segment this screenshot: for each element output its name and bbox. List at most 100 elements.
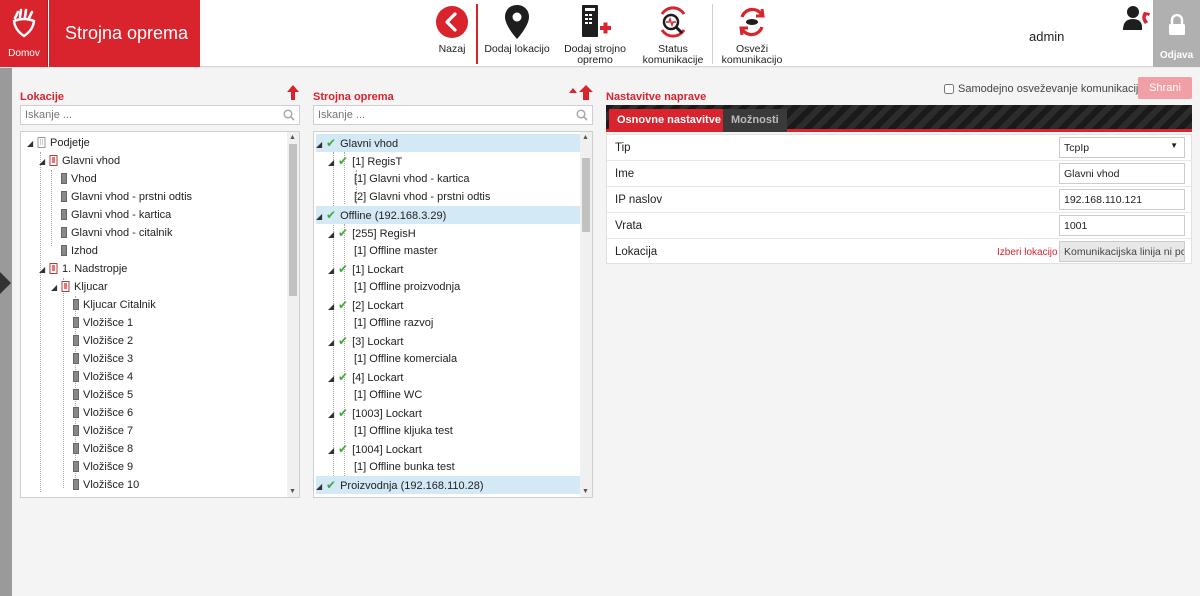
tab-options[interactable]: Možnosti — [723, 109, 787, 132]
locations-scrollbar[interactable]: ▲ ▼ — [287, 132, 299, 497]
tree-toggle-icon[interactable]: ◢ — [316, 478, 326, 496]
hardware-tree-item[interactable]: [1] Offline bunka test — [340, 458, 455, 476]
logout-button[interactable]: Odjava — [1153, 0, 1200, 67]
location-tree-item[interactable]: Izhod — [51, 242, 98, 260]
hardware-tree-item[interactable]: [2] Glavni vhod - prstni odtis — [340, 188, 490, 206]
hardware-search-input[interactable] — [314, 106, 592, 124]
hardware-tree-item[interactable]: ◢ ✔ [1003] Lockart — [328, 404, 422, 422]
location-tree-item[interactable]: Glavni vhod - citalnik — [51, 224, 173, 242]
back-button[interactable]: Nazaj — [432, 0, 472, 67]
location-tree-item[interactable]: Vložišce 5 — [63, 386, 133, 404]
logout-label: Odjava — [1159, 50, 1194, 61]
location-tree-item[interactable]: ◢ Glavni vhod — [39, 152, 120, 170]
hardware-tree-item[interactable]: ◢ ✔ Offline (192.168.3.29) — [316, 206, 580, 224]
home-button[interactable]: Domov — [0, 0, 48, 67]
tree-toggle-icon[interactable]: ◢ — [51, 279, 61, 297]
auto-refresh-toggle[interactable]: Samodejno osveževanje komunikacije — [944, 83, 1145, 95]
hardware-tree-label: [1] Offline WC — [354, 389, 423, 401]
hardware-tree-item[interactable]: ◢ ✔ [1] Lockart — [328, 260, 403, 278]
add-device-button[interactable]: Dodaj strojno opremo — [560, 0, 630, 67]
tree-toggle-icon[interactable]: ◢ — [328, 298, 338, 316]
location-tree-item[interactable]: ◢ Kljucar — [51, 278, 108, 296]
hardware-tree-item[interactable]: ◢ ✔ [2] Lockart — [328, 296, 403, 314]
tree-toggle-icon[interactable]: ◢ — [328, 154, 338, 172]
choose-location-link[interactable]: Izberi lokacijo — [997, 247, 1058, 258]
check-icon: ✔ — [338, 262, 349, 276]
hardware-tree-label: [1] Lockart — [352, 264, 404, 276]
tab-basic-settings[interactable]: Osnovne nastavitve — [609, 109, 729, 132]
hardware-tree-item[interactable]: [1] Offline proizvodnja — [340, 278, 460, 296]
location-tree-item[interactable]: Vhod — [51, 170, 97, 188]
tree-toggle-icon[interactable]: ◢ — [328, 334, 338, 352]
hardware-tree-label: [1] Offline proizvodnja — [354, 281, 461, 293]
name-input[interactable]: Glavni vhod — [1059, 163, 1185, 184]
hardware-tree-label: [1004] Lockart — [352, 444, 422, 456]
location-tree-item[interactable]: Vložišce 10 — [63, 476, 139, 494]
expand-sidebar-arrow-icon[interactable] — [0, 272, 11, 294]
locations-search-input[interactable] — [21, 106, 299, 124]
location-tree-item[interactable]: ◢ 1. Nadstropje — [39, 260, 127, 278]
hardware-tree-item[interactable]: ◢ ✔ [1004] Lockart — [328, 440, 422, 458]
tree-toggle-icon[interactable]: ◢ — [39, 153, 49, 171]
location-tree-item[interactable]: Vložišce 9 — [63, 458, 133, 476]
location-tree-item[interactable]: Vložišce 3 — [63, 350, 133, 368]
collapse-up-icon[interactable] — [286, 84, 300, 101]
search-icon — [283, 109, 295, 121]
location-tree-item[interactable]: Glavni vhod - kartica — [51, 206, 171, 224]
hardware-tree-item[interactable]: ◢ ✔ [4] Lockart — [328, 368, 403, 386]
tree-toggle-icon[interactable]: ◢ — [328, 262, 338, 280]
hardware-tree-item[interactable]: ◢ ✔ [3] Lockart — [328, 332, 403, 350]
tree-toggle-icon[interactable]: ◢ — [316, 136, 326, 154]
tree-toggle-icon[interactable]: ◢ — [316, 208, 326, 226]
location-tree-item[interactable]: Vložišce 7 — [63, 422, 133, 440]
field-row-name: Ime Glavni vhod — [607, 161, 1191, 187]
hardware-tree-item[interactable]: ◢ ✔ Proizvodnja (192.168.110.28) — [316, 476, 580, 494]
hardware-tree: ▲ ▼ ◢ ✔ Glavni vhod ◢ ✔ [1] RegisT [1] Glavni … — [313, 131, 593, 498]
save-button[interactable]: Shrani — [1138, 77, 1192, 99]
add-device-label: Dodaj strojno opremo — [564, 43, 626, 66]
tree-toggle-icon[interactable]: ◢ — [328, 442, 338, 460]
hardware-tree-item[interactable]: [1] Offline razvoj — [340, 314, 433, 332]
location-tree-item[interactable]: Vložišce 1 — [63, 314, 133, 332]
location-tree-item[interactable]: Kljucar Citalnik — [63, 296, 156, 314]
hardware-tree-item[interactable]: ◢ ✔ [255] RegisH — [328, 224, 416, 242]
location-tree-item[interactable]: Vložišce 2 — [63, 332, 133, 350]
user-menu-button[interactable] — [1122, 4, 1152, 35]
tree-toggle-icon[interactable]: ◢ — [27, 135, 37, 153]
refresh-communication-button[interactable]: Osveži komunikacijo — [718, 0, 786, 67]
location-tree-label: Vložišce 6 — [83, 407, 134, 419]
hardware-tree-item[interactable]: ◢ ✔ [1] RegisT — [328, 152, 402, 170]
hardware-tree-item[interactable]: [1] Offline kljuka test — [340, 422, 453, 440]
add-location-button[interactable]: Dodaj lokacijo — [482, 0, 552, 67]
tree-toggle-icon[interactable]: ◢ — [328, 370, 338, 388]
hardware-search[interactable] — [313, 105, 593, 125]
type-select[interactable]: TcpIp ▼ — [1059, 137, 1185, 158]
locations-search[interactable] — [20, 105, 300, 125]
dropdown-arrow-icon: ▼ — [1170, 141, 1178, 150]
location-tree-item[interactable]: Glavni vhod - prstni odtis — [51, 188, 192, 206]
location-tree-item[interactable]: Vložišce 6 — [63, 404, 133, 422]
tree-toggle-icon[interactable]: ◢ — [39, 261, 49, 279]
tree-toggle-icon[interactable]: ◢ — [328, 226, 338, 244]
location-tree-label: Vložišce 4 — [83, 371, 134, 383]
location-tree-item[interactable]: Vložišce 8 — [63, 440, 133, 458]
port-input[interactable]: 1001 — [1059, 215, 1185, 236]
hardware-tree-item[interactable]: [1] Glavni vhod - kartica — [340, 170, 470, 188]
tree-toggle-icon[interactable]: ◢ — [328, 406, 338, 424]
collapse-up-double-icon[interactable] — [568, 84, 594, 101]
communication-status-label: Status komunikacije — [642, 43, 704, 66]
hardware-tree-item[interactable]: [1] Offline komerciala — [340, 350, 457, 368]
app-header: Domov Strojna oprema Nazaj Dodaj lokacij… — [0, 0, 1200, 67]
location-tree-item[interactable]: ◢ Podjetje — [27, 134, 90, 152]
hardware-tree-item[interactable]: [1] Offline master — [340, 242, 438, 260]
add-device-icon — [582, 5, 611, 37]
hardware-tree-item[interactable]: ◢ ✔ Glavni vhod — [316, 134, 580, 152]
location-tree-item[interactable]: Vložišce 4 — [63, 368, 133, 386]
back-icon — [436, 6, 468, 38]
ip-input[interactable]: 192.168.110.121 — [1059, 189, 1185, 210]
auto-refresh-checkbox[interactable] — [944, 84, 954, 94]
hardware-tree-label: [1] Offline master — [354, 245, 438, 257]
hardware-scrollbar[interactable]: ▲ ▼ — [580, 132, 592, 497]
hardware-tree-item[interactable]: [1] Offline WC — [340, 386, 422, 404]
communication-status-button[interactable]: Status komunikacije — [640, 0, 706, 67]
